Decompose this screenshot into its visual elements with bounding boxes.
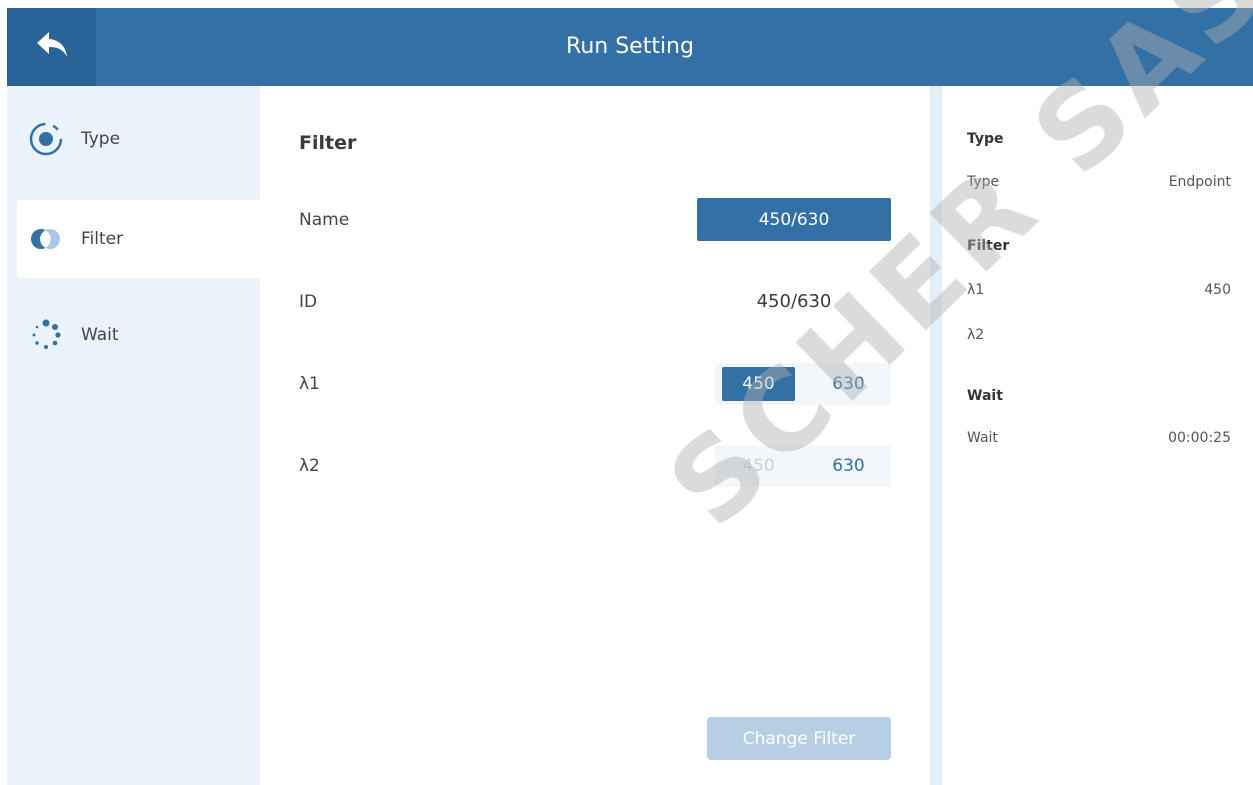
lambda2-label: λ2 [299, 456, 320, 476]
filter-section-title: Filter [299, 132, 357, 154]
summary-lambda2-key: λ2 [967, 327, 985, 343]
sidebar-item-wait[interactable]: Wait [17, 296, 260, 374]
change-filter-button[interactable]: Change Filter [707, 717, 891, 760]
page-title: Run Setting [566, 34, 694, 59]
summary-panel: Type Type Endpoint Filter λ1 450 λ2 Wait… [942, 86, 1253, 785]
summary-wait-value: 00:00:25 [1168, 430, 1231, 446]
summary-wait-heading: Wait [967, 388, 1003, 404]
back-button[interactable] [7, 8, 96, 86]
lambda1-option-450[interactable]: 450 [722, 367, 795, 401]
sidebar-item-label: Type [81, 129, 121, 149]
sidebar: Type Filter Wait [7, 86, 260, 785]
summary-lambda1-value: 450 [1204, 282, 1231, 298]
lambda2-option-630[interactable]: 630 [812, 449, 885, 483]
type-radio-icon [25, 121, 67, 157]
sidebar-item-filter[interactable]: Filter [17, 200, 260, 278]
name-label: Name [299, 210, 350, 230]
header-bar: Run Setting [7, 8, 1253, 86]
filter-id-value: 450/630 [756, 291, 832, 312]
summary-type-heading: Type [967, 131, 1004, 147]
sidebar-item-label: Filter [81, 229, 124, 249]
summary-wait-key: Wait [967, 430, 998, 446]
lambda1-option-630[interactable]: 630 [812, 367, 885, 401]
summary-type-value: Endpoint [1168, 174, 1231, 190]
wait-dots-icon [25, 318, 67, 352]
summary-lambda1-key: λ1 [967, 282, 985, 298]
sidebar-item-type[interactable]: Type [17, 100, 260, 178]
lambda1-label: λ1 [299, 374, 320, 394]
summary-type-key: Type [967, 174, 1000, 190]
lambda2-selector: 450 630 [715, 445, 891, 487]
lambda1-selector: 450 630 [715, 363, 891, 405]
back-arrow-icon [35, 30, 69, 64]
summary-filter-heading: Filter [967, 238, 1010, 254]
filter-circles-icon [25, 225, 67, 253]
id-label: ID [299, 292, 318, 312]
filter-panel: Filter Name 450/630 ID 450/630 λ1 450 63… [260, 86, 930, 785]
sidebar-item-label: Wait [81, 325, 119, 345]
filter-name-button[interactable]: 450/630 [697, 198, 891, 241]
panel-divider [930, 86, 942, 785]
lambda2-option-450: 450 [742, 456, 775, 476]
